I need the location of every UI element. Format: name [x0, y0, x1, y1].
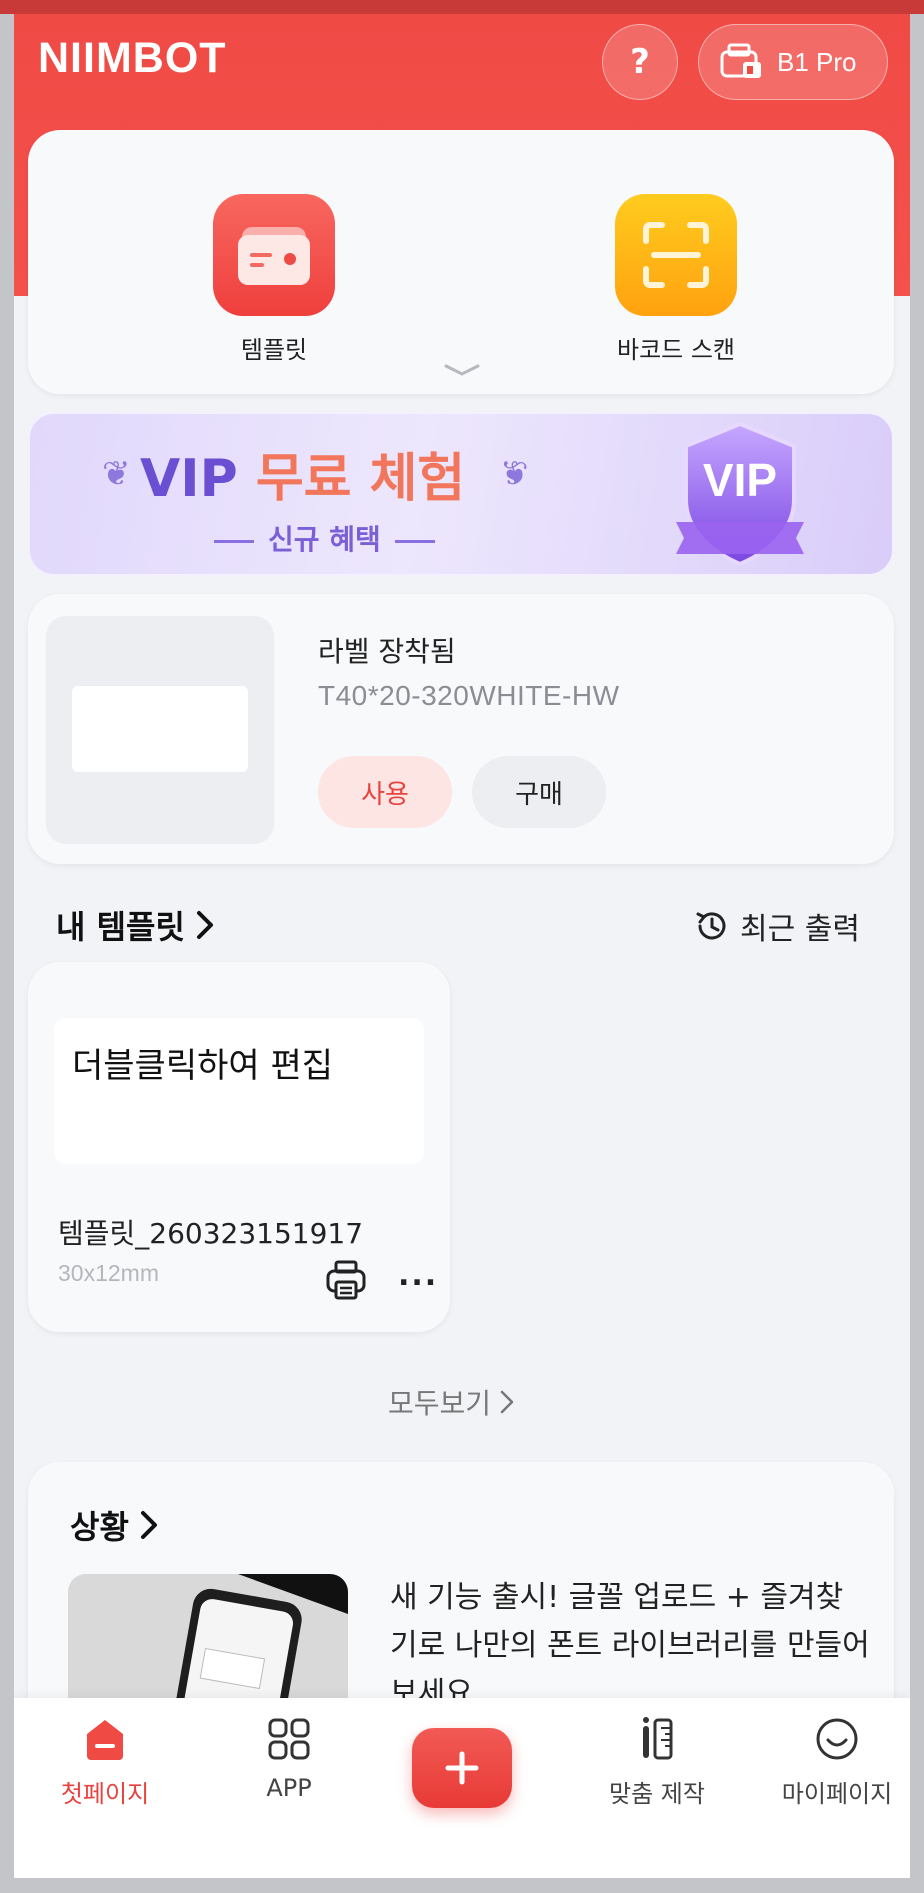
- buy-label-button[interactable]: 구매: [472, 756, 606, 828]
- create-new-button[interactable]: [412, 1728, 512, 1808]
- ruler-icon: [643, 1717, 673, 1760]
- section-title: 내 템플릿: [56, 908, 185, 946]
- expand-chevron-icon[interactable]: [442, 362, 482, 378]
- history-icon: [696, 912, 726, 940]
- recent-print-label: 최근 출력: [740, 912, 860, 947]
- view-all-link[interactable]: 모두보기: [388, 1382, 515, 1422]
- template-card[interactable]: 더블클릭하여 편집 템플릿_260323151917 30x12mm ...: [28, 962, 450, 1332]
- app-logo: NIIMBOT: [38, 34, 227, 82]
- template-size: 30x12mm: [58, 1260, 159, 1286]
- vip-shield-icon: VIP: [676, 421, 804, 567]
- label-thumbnail: [46, 616, 274, 844]
- my-templates-header[interactable]: 내 템플릿: [56, 902, 215, 948]
- help-button[interactable]: ?: [602, 24, 678, 100]
- tab-label: 마이페이지: [781, 1780, 893, 1808]
- label-code-text: T40*20-320WHITE-HW: [318, 680, 620, 711]
- news-text[interactable]: 새 기능 출시! 글꼴 업로드 + 즐겨찾기로 나만의 폰트 라이브러리를 만들…: [390, 1574, 870, 1718]
- template-name: 템플릿_260323151917: [58, 1217, 364, 1250]
- tab-home[interactable]: 첫페이지: [30, 1716, 180, 1809]
- status-bar-edge: [0, 0, 924, 14]
- template-icon: [213, 194, 335, 316]
- printer-device-icon: [720, 43, 761, 78]
- chevron-right-icon: [196, 911, 213, 939]
- label-status-text: 라벨 장착됨: [318, 635, 456, 668]
- vip-badge-text: VIP: [703, 454, 777, 506]
- home-icon: [87, 1720, 123, 1760]
- device-name: B1 Pro: [777, 46, 857, 77]
- news-header[interactable]: 상황: [70, 1502, 159, 1548]
- vip-banner-title: VIP 무료 체험: [140, 449, 466, 509]
- label-status-card: 라벨 장착됨 T40*20-320WHITE-HW 사용 구매: [28, 594, 894, 864]
- chevron-right-icon: [140, 1511, 157, 1539]
- smiley-icon: [816, 1718, 858, 1760]
- print-icon[interactable]: [324, 1258, 368, 1302]
- laurel-right-icon: ❦: [500, 454, 529, 494]
- quick-item-label: 템플릿: [240, 336, 308, 364]
- recent-print-button[interactable]: 최근 출력: [694, 904, 860, 948]
- use-label-button[interactable]: 사용: [318, 756, 452, 828]
- app-screen: NIIMBOT ? B1 Pro 템플릿 바코드 스캔 ❦ VIP 무료 체험 …: [14, 14, 910, 1878]
- bottom-tab-bar: 첫페이지 APP 맞춤 제작 마이페이지: [14, 1698, 910, 1878]
- plus-icon: [445, 1751, 479, 1785]
- device-selector-button[interactable]: B1 Pro: [698, 24, 888, 100]
- tab-label: 첫페이지: [60, 1780, 150, 1808]
- tab-label: APP: [266, 1774, 312, 1802]
- quick-item-barcode-scan[interactable]: 바코드 스캔: [576, 194, 776, 365]
- help-label: ?: [630, 42, 650, 82]
- tab-label: 맞춤 제작: [609, 1780, 705, 1808]
- tab-my-page[interactable]: 마이페이지: [762, 1716, 910, 1809]
- template-preview[interactable]: 더블클릭하여 편집: [54, 1018, 424, 1164]
- apps-grid-icon: [268, 1718, 310, 1760]
- barcode-scan-icon: [615, 194, 737, 316]
- chevron-right-icon: [500, 1390, 514, 1414]
- laurel-left-icon: ❦: [102, 454, 131, 494]
- quick-item-label: 바코드 스캔: [616, 336, 736, 364]
- vip-banner-subtitle: 신규 혜택: [200, 518, 449, 558]
- quick-actions-card: 템플릿 바코드 스캔: [28, 130, 894, 394]
- vip-trial-banner[interactable]: ❦ VIP 무료 체험 ❦ 신규 혜택 VIP: [28, 412, 894, 576]
- tab-custom-made[interactable]: 맞춤 제작: [582, 1716, 732, 1809]
- section-title: 상황: [70, 1508, 129, 1546]
- tab-app[interactable]: APP: [214, 1716, 364, 1802]
- view-all-label: 모두보기: [388, 1387, 492, 1420]
- template-preview-text: 더블클릭하여 편집: [72, 1046, 334, 1086]
- more-options-icon[interactable]: ...: [398, 1258, 438, 1293]
- quick-item-template[interactable]: 템플릿: [174, 194, 374, 365]
